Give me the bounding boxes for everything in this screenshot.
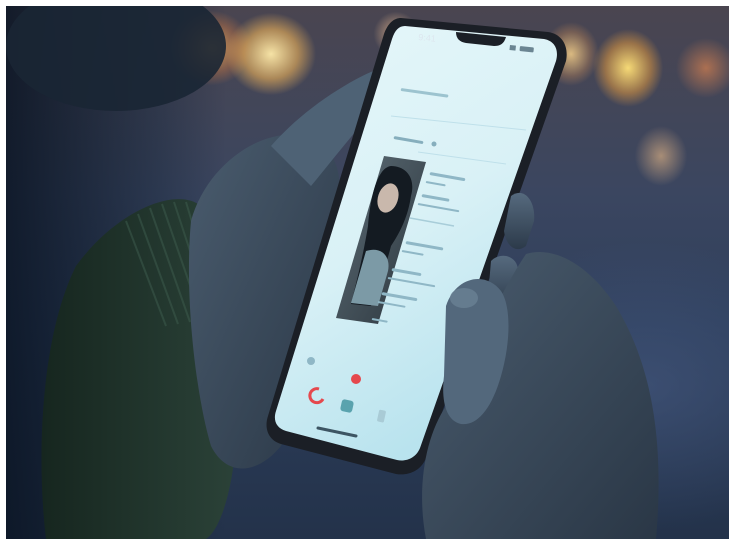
- back-icon[interactable]: [307, 357, 315, 365]
- heart-icon[interactable]: [351, 374, 361, 384]
- phone-illustration: 9:41: [6, 6, 659, 539]
- status-time: 9:41: [418, 32, 436, 44]
- verified-icon: [431, 141, 437, 147]
- thumbnail: [450, 288, 478, 308]
- head-silhouette: [6, 6, 226, 111]
- photo-scene: 9:41: [6, 6, 729, 539]
- signal-icon: [509, 44, 516, 51]
